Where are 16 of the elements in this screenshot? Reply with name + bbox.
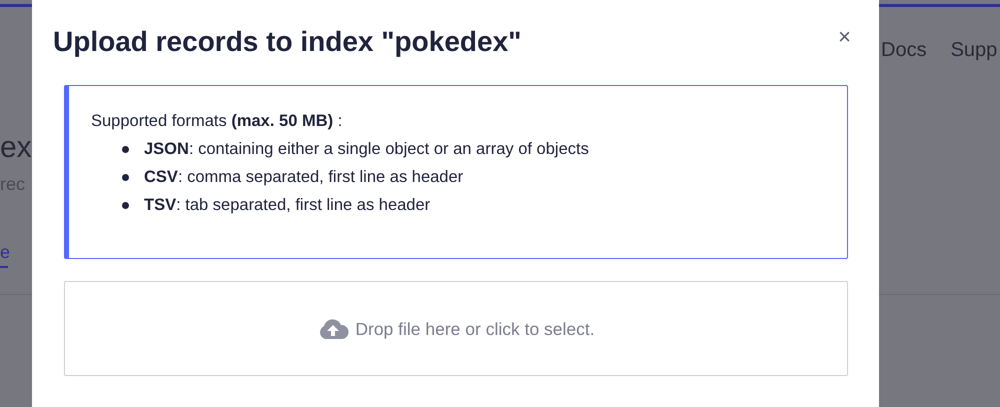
formats-intro: Supported formats (max. 50 MB) : [91, 111, 344, 132]
format-item: CSV: comma separated, first line as header [144, 167, 464, 188]
dialog-title: Upload records to index "pokedex" [53, 25, 522, 59]
tab[interactable]: e [0, 240, 8, 268]
bullet-icon [122, 174, 129, 181]
nav-link[interactable]: Supp [950, 37, 998, 63]
format-item: JSON: containing either a single object or an array of objects [144, 139, 589, 160]
format-item: TSV: tab separated, first line as header [144, 195, 430, 216]
file-dropzone[interactable]: Drop file here or click to select. [64, 281, 848, 376]
page-heading: ex [0, 130, 32, 166]
dropzone-text: Drop file here or click to select. [355, 318, 595, 340]
nav-link[interactable]: Docs [881, 37, 927, 63]
cloud-upload-icon [317, 318, 350, 340]
bullet-icon [122, 202, 129, 209]
close-button[interactable]: × [838, 26, 851, 48]
bullet-icon [122, 146, 129, 153]
